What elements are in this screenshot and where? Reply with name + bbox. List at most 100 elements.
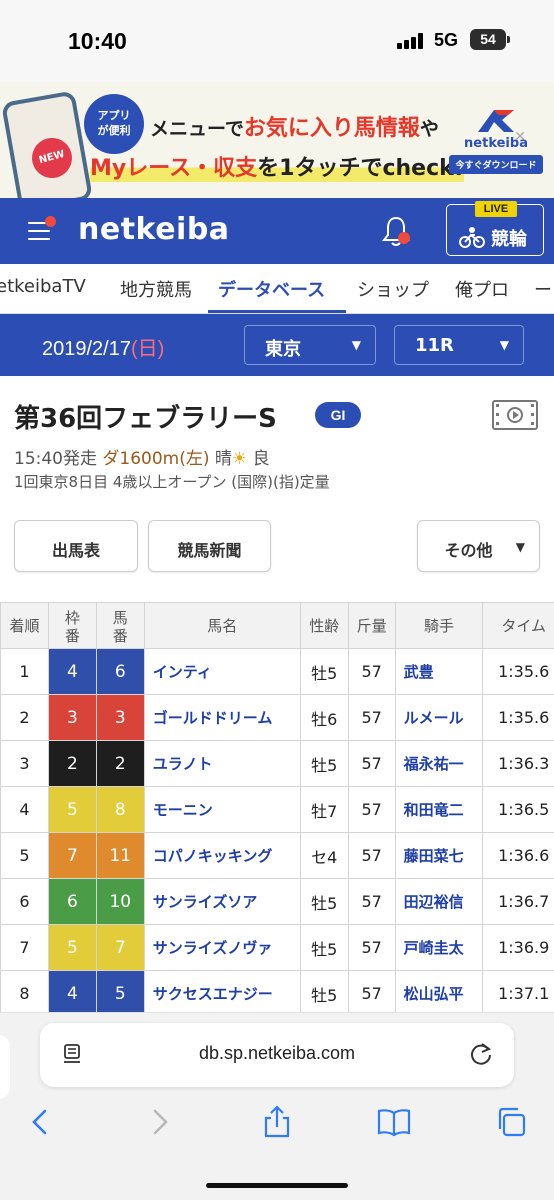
results-table: 着順 枠 番 馬 番 馬名 性齢 斤量 騎手 タイム 1 4 6 インティ 牡5 57 武豊… (0, 602, 554, 1012)
horse-name-link[interactable]: サンライズソア (143, 878, 301, 925)
sex-age-cell: 牡5 (299, 878, 349, 925)
weight-cell: 57 (347, 970, 396, 1012)
share-icon[interactable] (260, 1105, 294, 1139)
frame-number-cell: 5 (47, 924, 97, 971)
horse-number-cell: 2 (95, 740, 145, 787)
video-icon[interactable] (492, 400, 538, 430)
frame-number-cell: 4 (47, 970, 97, 1012)
sex-age-cell: 牡5 (299, 740, 349, 787)
ad-headline-2: Myレース・収支を1タッチでcheck! (90, 150, 464, 182)
tab-shop[interactable]: ショップ (357, 276, 429, 302)
weight-cell: 57 (347, 924, 396, 971)
tab-netkeiba-tv[interactable]: etkeibaTV (0, 276, 86, 297)
battery-nub (507, 36, 510, 43)
jockey-name-link[interactable]: 藤田菜七 (394, 832, 484, 879)
time-cell: 1:36.7 (482, 878, 554, 925)
weight-cell: 57 (347, 694, 396, 741)
url-text: db.sp.netkeiba.com (198, 1043, 356, 1063)
horse-name-link[interactable]: サクセスエナジー (143, 970, 301, 1012)
time-cell: 1:36.9 (482, 924, 554, 971)
jockey-name-link[interactable]: 松山弘平 (394, 970, 484, 1012)
download-button[interactable]: 今すぐダウンロード (449, 155, 543, 174)
jockey-name-link[interactable]: 福永祐一 (394, 740, 484, 787)
weight-cell: 57 (347, 786, 396, 833)
reload-icon[interactable] (468, 1041, 494, 1067)
time-cell: 1:35.6 (482, 648, 554, 695)
rank-cell: 8 (0, 970, 49, 1012)
rank-cell: 1 (0, 648, 49, 695)
horse-name-link[interactable]: ゴールドドリーム (143, 694, 301, 741)
horse-number-cell: 3 (95, 694, 145, 741)
weight-cell: 57 (347, 878, 396, 925)
previous-tab-preview[interactable] (0, 1035, 12, 1099)
race-details: 1回東京8日目 4歳以上オープン (国際)(指)定量 (14, 473, 330, 491)
weight-cell: 57 (347, 740, 396, 787)
status-bar: 10:40 5G 54 (0, 0, 554, 82)
horse-name-link[interactable]: コパノキッキング (143, 832, 301, 879)
table-row: 1 4 6 インティ 牡5 57 武豊 1:35.6 (0, 648, 554, 695)
ad-close-icon[interactable]: ✕ (514, 129, 526, 145)
tab-chiho-keiba[interactable]: 地方競馬 (120, 276, 192, 302)
horse-number-cell: 10 (95, 878, 145, 925)
frame-number-cell: 6 (47, 878, 97, 925)
col-sex-age: 性齢 (299, 602, 349, 649)
chevron-down-icon: ▼ (515, 540, 525, 554)
ad-banner[interactable]: NEW アプリ が便利 メニューでお気に入り馬情報や Myレース・収支を1タッチ… (0, 82, 554, 198)
site-header: netkeiba LIVE 競輪 (0, 198, 554, 264)
col-horse: 馬名 (143, 602, 301, 649)
status-time: 10:40 (68, 28, 127, 54)
other-dropdown-button[interactable]: その他 ▼ (417, 520, 540, 572)
sex-age-cell: 牡5 (299, 924, 349, 971)
table-row: 5 7 11 コパノキッキング セ4 57 藤田菜七 1:36.6 (0, 832, 554, 879)
jockey-name-link[interactable]: 武豊 (394, 648, 484, 695)
chevron-down-icon: ▼ (499, 338, 509, 352)
horse-number-cell: 5 (95, 970, 145, 1012)
grade-badge: GI (315, 402, 361, 428)
jockey-name-link[interactable]: 戸崎圭太 (394, 924, 484, 971)
table-row: 7 5 7 サンライズノヴァ 牡5 57 戸崎圭太 1:36.9 (0, 924, 554, 971)
horse-name-link[interactable]: インティ (143, 648, 301, 695)
back-icon[interactable] (24, 1105, 58, 1139)
battery-icon: 54 (470, 29, 506, 50)
netkeiba-mark-icon (474, 106, 518, 134)
table-row: 2 3 3 ゴールドドリーム 牡6 57 ルメール 1:35.6 (0, 694, 554, 741)
netkeiba-logo[interactable]: netkeiba (78, 212, 230, 247)
frame-number-cell: 7 (47, 832, 97, 879)
bookmarks-icon[interactable] (377, 1105, 411, 1139)
jockey-name-link[interactable]: 田辺裕信 (394, 878, 484, 925)
race-card-button[interactable]: 出馬表 (14, 520, 138, 572)
tab-orepro[interactable]: 俺プロ (455, 276, 509, 302)
horse-name-link[interactable]: サンライズノヴァ (143, 924, 301, 971)
bell-icon[interactable] (380, 214, 412, 248)
col-frame: 枠 番 (47, 602, 97, 649)
tabs-icon[interactable] (494, 1105, 528, 1139)
address-bar[interactable]: db.sp.netkeiba.com (40, 1023, 514, 1087)
col-number: 馬 番 (95, 602, 145, 649)
notification-dot (45, 216, 56, 227)
horse-name-link[interactable]: モーニン (143, 786, 301, 833)
horse-name-link[interactable]: ユラノト (143, 740, 301, 787)
frame-number-cell: 4 (47, 648, 97, 695)
jockey-name-link[interactable]: 和田竜二 (394, 786, 484, 833)
table-row: 6 6 10 サンライズソア 牡5 57 田辺裕信 1:36.7 (0, 878, 554, 925)
table-row: 8 4 5 サクセスエナジー 牡5 57 松山弘平 1:37.1 (0, 970, 554, 1012)
weight-cell: 57 (347, 832, 396, 879)
venue-select[interactable]: 東京 ▼ (244, 325, 376, 365)
horse-number-cell: 8 (95, 786, 145, 833)
weight-cell: 57 (347, 648, 396, 695)
newspaper-button[interactable]: 競馬新聞 (148, 520, 271, 572)
forward-icon[interactable] (142, 1105, 176, 1139)
rank-cell: 3 (0, 740, 49, 787)
browser-toolbar: db.sp.netkeiba.com (0, 1012, 554, 1200)
race-number-select[interactable]: 11R ▼ (394, 325, 524, 365)
tab-database[interactable]: データベース (218, 276, 325, 302)
col-weight: 斤量 (347, 602, 396, 649)
jockey-name-link[interactable]: ルメール (394, 694, 484, 741)
race-selector-bar: 2019/2/17(日) 東京 ▼ 11R ▼ (0, 314, 554, 376)
keirin-live-button[interactable]: LIVE 競輪 (446, 201, 544, 256)
tab-more[interactable]: ー (534, 276, 552, 302)
sex-age-cell: セ4 (299, 832, 349, 879)
race-date: 2019/2/17(日) (42, 338, 165, 360)
frame-number-cell: 5 (47, 786, 97, 833)
bicycle-icon (459, 225, 485, 249)
